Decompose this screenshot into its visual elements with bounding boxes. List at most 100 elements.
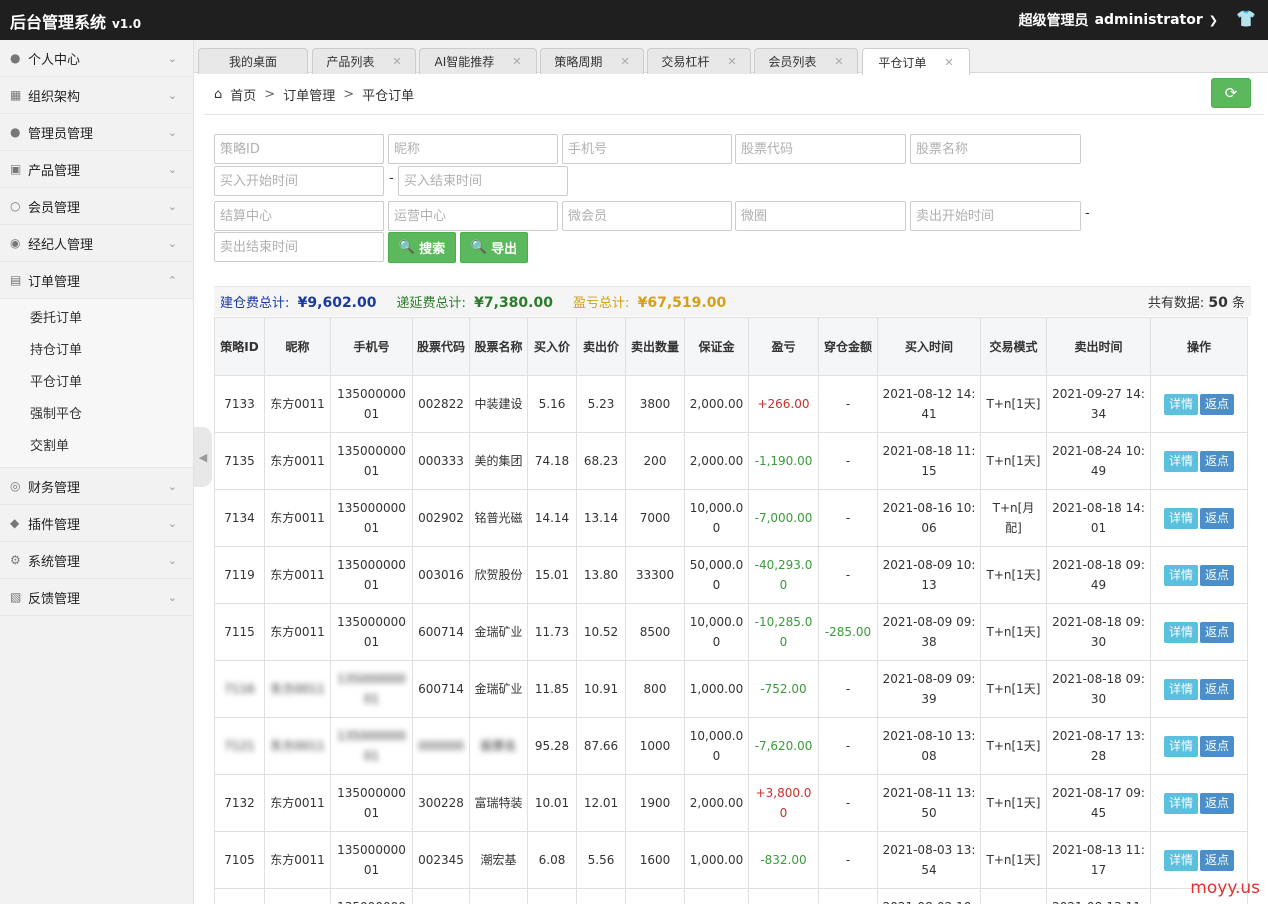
table-cell: 68.23 — [576, 432, 626, 490]
buy-start-time-input[interactable] — [214, 166, 384, 196]
sidebar-collapse-handle[interactable]: ◀ — [194, 427, 212, 487]
detail-button[interactable]: 详情 — [1164, 564, 1198, 586]
close-icon[interactable]: ✕ — [620, 55, 629, 68]
sidebar: ● 个人中心 ⌄ ▦ 组织架构 ⌄ ● 管理员管理 ⌄ ▣ 产品管理 ⌄ ○ 会员管理 ⌄ ◉ 经纪人管理 ⌄ ▤ 订… — [0, 40, 194, 904]
table-cell: 8500 — [625, 603, 685, 661]
table-cell: 富瑞特装 — [469, 774, 528, 832]
tab[interactable]: AI智能推荐 ✕ — [419, 48, 537, 74]
rebate-button[interactable]: 返点 — [1200, 564, 1234, 586]
sidebar-item[interactable]: ◆ 插件管理 ⌄ — [0, 505, 193, 542]
rebate-button[interactable]: 返点 — [1200, 450, 1234, 472]
micro-circle-input[interactable] — [735, 201, 906, 231]
detail-button[interactable]: 详情 — [1164, 450, 1198, 472]
rebate-button[interactable]: 返点 — [1200, 849, 1234, 871]
column-header: 卖出价 — [576, 317, 626, 376]
breadcrumb-orders[interactable]: 订单管理 — [283, 85, 335, 104]
refresh-button[interactable]: ⟳ — [1211, 78, 1251, 108]
sell-start-time-input[interactable] — [910, 201, 1081, 231]
sidebar-item[interactable]: ● 管理员管理 ⌄ — [0, 114, 193, 151]
tab[interactable]: 平仓订单 ✕ — [862, 48, 970, 75]
detail-button[interactable]: 详情 — [1164, 507, 1198, 529]
table-cell: T+n[1天] — [980, 717, 1047, 775]
tab[interactable]: 会员列表 ✕ — [754, 48, 858, 74]
sidebar-item[interactable]: ▦ 组织架构 ⌄ — [0, 77, 193, 114]
export-button[interactable]: 🔍 导出 — [460, 232, 528, 263]
breadcrumb-home[interactable]: 首页 — [230, 85, 256, 104]
rebate-button[interactable]: 返点 — [1200, 792, 1234, 814]
table-cell: 002345 — [412, 831, 470, 889]
nickname-input[interactable] — [388, 134, 558, 164]
detail-button[interactable]: 详情 — [1164, 393, 1198, 415]
user-role: 超级管理员 — [1018, 13, 1089, 29]
tab[interactable]: 产品列表 ✕ — [312, 48, 416, 74]
sidebar-subitem[interactable]: 持仓订单 — [0, 335, 193, 367]
table-cell: 2,000.00 — [684, 432, 749, 490]
micro-member-input[interactable] — [562, 201, 732, 231]
close-icon[interactable]: ✕ — [727, 55, 736, 68]
table-cell: - — [818, 546, 878, 604]
chevron-down-icon: ⌄ — [167, 591, 177, 604]
table-cell: T+n[1天] — [980, 774, 1047, 832]
table-cell: 10.52 — [576, 603, 626, 661]
close-icon[interactable]: ✕ — [944, 56, 953, 69]
rebate-button[interactable]: 返点 — [1200, 735, 1234, 757]
finance-icon: ◎ — [10, 479, 21, 493]
table-cell: 5.56 — [576, 888, 626, 904]
total-count: 共有数据: 50 条 — [1147, 295, 1245, 311]
sidebar-item[interactable]: ▧ 反馈管理 ⌄ — [0, 579, 193, 616]
sidebar-item[interactable]: ⚙ 系统管理 ⌄ — [0, 542, 193, 579]
detail-button[interactable]: 详情 — [1164, 792, 1198, 814]
rebate-button[interactable]: 返点 — [1200, 621, 1234, 643]
table-cell: - — [818, 888, 878, 904]
sidebar-item[interactable]: ◎ 财务管理 ⌄ — [0, 468, 193, 505]
close-icon[interactable]: ✕ — [834, 55, 843, 68]
sidebar-item[interactable]: ▣ 产品管理 ⌄ — [0, 151, 193, 188]
user-icon: ● — [10, 125, 21, 139]
table-cell: 2021-09-27 14:34 — [1046, 375, 1151, 433]
user-icon: ● — [10, 51, 21, 65]
rebate-button[interactable]: 返点 — [1200, 393, 1234, 415]
sidebar-subitem[interactable]: 交割单 — [0, 431, 193, 463]
sidebar-item[interactable]: ▤ 订单管理 ⌃ — [0, 262, 193, 299]
tab[interactable]: 交易杠杆 ✕ — [647, 48, 751, 74]
detail-button[interactable]: 详情 — [1164, 621, 1198, 643]
sell-end-time-input[interactable] — [214, 232, 384, 262]
pnl-total: 盈亏总计: ¥67,519.00 — [572, 295, 727, 311]
sidebar-item[interactable]: ● 个人中心 ⌄ — [0, 40, 193, 77]
settlement-center-input[interactable] — [214, 201, 384, 231]
operation-center-input[interactable] — [388, 201, 558, 231]
detail-button[interactable]: 详情 — [1164, 849, 1198, 871]
actions-cell: 详情返点 — [1150, 375, 1248, 433]
close-icon[interactable]: ✕ — [512, 55, 521, 68]
stock-code-input[interactable] — [735, 134, 906, 164]
detail-button[interactable]: 详情 — [1164, 678, 1198, 700]
rebate-button[interactable]: 返点 — [1200, 678, 1234, 700]
sidebar-item[interactable]: ◉ 经纪人管理 ⌄ — [0, 225, 193, 262]
user-menu[interactable]: 超级管理员 administrator ❯ — [1019, 10, 1218, 30]
buy-end-time-input[interactable] — [398, 166, 568, 196]
sidebar-subitem[interactable]: 强制平仓 — [0, 399, 193, 431]
tab[interactable]: 我的桌面 — [198, 48, 308, 74]
table-cell: +266.00 — [748, 375, 819, 433]
table-cell: 002902 — [412, 489, 470, 547]
sidebar-item-label: 订单管理 — [28, 274, 81, 290]
sidebar-item[interactable]: ○ 会员管理 ⌄ — [0, 188, 193, 225]
table-cell: 13500000001 — [330, 717, 413, 775]
strategy-id-input[interactable] — [214, 134, 384, 164]
sidebar-subitem[interactable]: 委托订单 — [0, 303, 193, 335]
rebate-button[interactable]: 返点 — [1200, 507, 1234, 529]
close-icon[interactable]: ✕ — [392, 55, 401, 68]
tab[interactable]: 策略周期 ✕ — [540, 48, 644, 74]
chevron-down-icon: ⌄ — [167, 480, 177, 493]
table-cell: 2021-08-02 10:00 — [877, 888, 981, 904]
table-cell: 2021-08-12 14:41 — [877, 375, 981, 433]
search-button[interactable]: 🔍 搜索 — [388, 232, 456, 263]
table-cell: -1,190.00 — [748, 432, 819, 490]
stock-name-input[interactable] — [910, 134, 1081, 164]
phone-input[interactable] — [562, 134, 732, 164]
detail-button[interactable]: 详情 — [1164, 735, 1198, 757]
table-cell: 7132 — [214, 774, 265, 832]
table-row: 7133 东方0011 13500000001 002822 中装建设 5.16 5.23 3… — [214, 375, 1248, 433]
theme-shirt-icon[interactable]: 👕 — [1236, 9, 1256, 28]
sidebar-subitem[interactable]: 平仓订单 — [0, 367, 193, 399]
